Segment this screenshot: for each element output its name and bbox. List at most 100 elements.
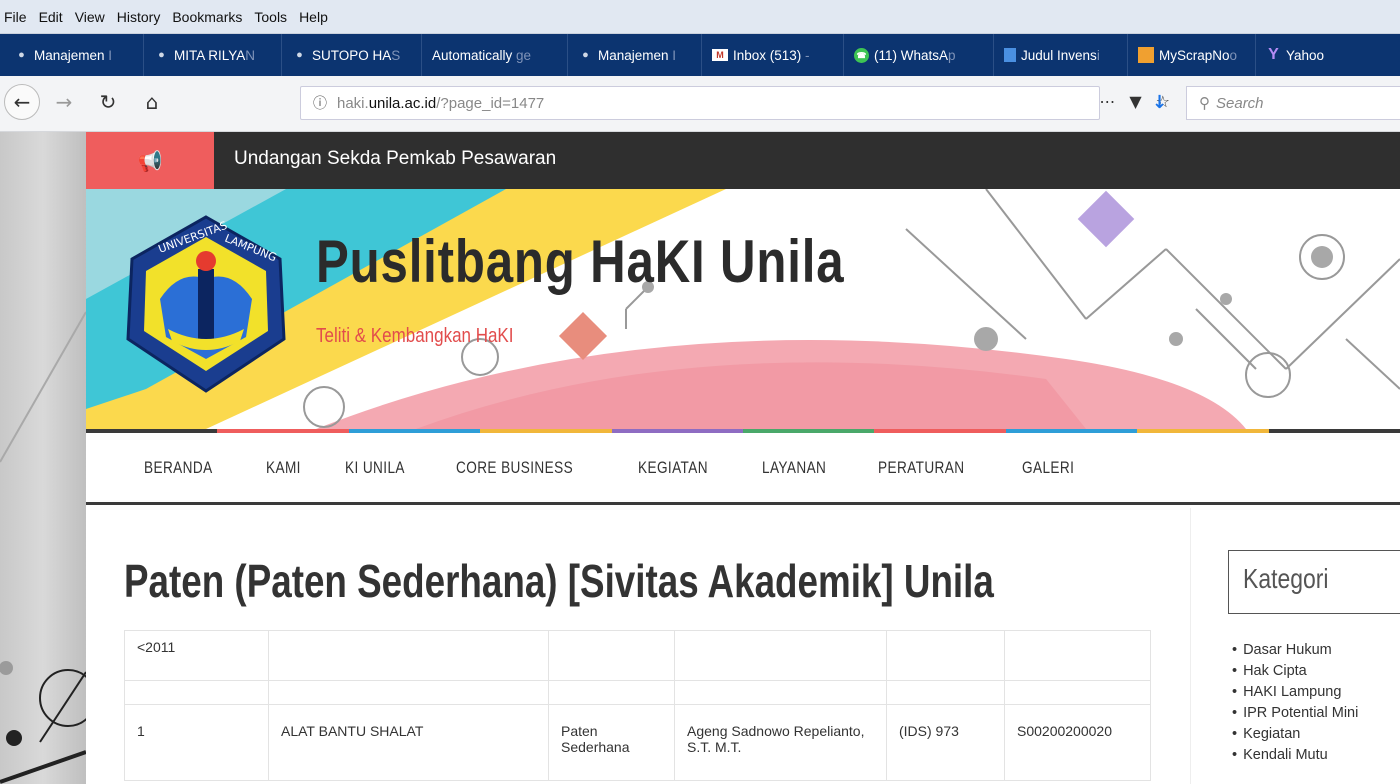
more-icon[interactable]: ⋯ [1099,92,1115,111]
category-link[interactable]: Kendali Mutu [1228,745,1358,766]
menu-bar: File Edit View History Bookmarks Tools H… [0,0,1400,34]
bookmark-label-fade: S [391,47,401,63]
site-header: UNIVERSITAS LAMPUNG Puslitbang HaKI Unil… [86,189,1400,429]
table-cell: (IDS) 973 [886,704,1005,781]
news-ticker: 📢 Undangan Sekda Pemkab Pesawaran [86,132,1400,189]
arrow-left-icon: ← [13,90,31,114]
bookmark-item[interactable]: ● Manajemen I [4,34,144,76]
reload-icon: ↻ [99,90,117,114]
nav-item-layanan[interactable]: LAYANAN [762,458,826,478]
category-link[interactable]: HAKI Lampung [1228,682,1358,703]
ticker-text[interactable]: Undangan Sekda Pemkab Pesawaran [234,148,556,170]
main-navigation: BERANDA KAMI KI UNILA CORE BUSINESS KEGI… [86,433,1400,505]
table-cell [1004,680,1151,705]
url-text: haki.unila.ac.id/?page_id=1477 [337,95,544,112]
table-row: 1 ALAT BANTU SHALAT Paten Sederhana Agen… [124,704,1151,781]
table-cell: 1 [124,704,269,781]
nav-item-kami[interactable]: KAMI [266,458,301,478]
megaphone-icon: 📢 [86,132,214,189]
bookmark-label-fade: - [801,47,810,63]
bookmark-item[interactable]: ● Manajemen I [568,34,702,76]
bookmark-label-fade: o [1229,47,1238,63]
table-cell [268,630,549,681]
user-icon: ● [158,49,165,61]
bookmark-label: (11) WhatsA [874,47,949,63]
menu-edit[interactable]: Edit [39,9,63,25]
doc-icon [1004,48,1016,62]
bookmark-item[interactable]: ● SUTOPO HAS [282,34,422,76]
category-link[interactable]: Dasar Hukum [1228,640,1358,661]
site-title[interactable]: Puslitbang HaKI Unila [316,227,844,296]
table-cell: Paten Sederhana [548,704,675,781]
table-cell [548,630,675,681]
table-row: <2011 [124,630,1151,681]
bookmark-item[interactable]: M Inbox (513) - [702,34,844,76]
table-cell [1004,630,1151,681]
bookmark-item[interactable]: ● MITA RILYAN [144,34,282,76]
category-link[interactable]: IPR Potential Mini [1228,703,1358,724]
bookmark-label: Inbox (513) [733,47,802,63]
bookmark-item[interactable]: Automatically ge [422,34,568,76]
page-background [0,132,97,784]
search-input[interactable]: ⚲ Search [1186,86,1400,120]
web-page: 📢 Undangan Sekda Pemkab Pesawaran UNIVER… [0,132,1400,784]
reload-button[interactable]: ↻ [92,86,124,118]
arrow-right-icon: → [55,90,73,114]
home-button[interactable]: ⌂ [136,86,168,118]
kategori-widget-title: Kategori [1228,550,1400,614]
table-cell [886,680,1005,705]
url-bar[interactable]: ⓘ haki.unila.ac.id/?page_id=1477 [300,86,1100,120]
bookmark-item[interactable]: ☎ (11) WhatsAp [844,34,994,76]
url-domain: unila.ac.id [368,94,437,112]
page-title: Paten (Paten Sederhana) [Sivitas Akademi… [124,555,994,607]
browser-navbar: ← → ↻ ⌂ ⓘ haki.unila.ac.id/?page_id=1477… [0,76,1400,132]
table-cell: Ageng Sadnowo Repelianto, S.T. M.T. [674,704,887,781]
search-icon: ⚲ [1199,95,1210,112]
whatsapp-icon: ☎ [854,47,869,63]
site-container: 📢 Undangan Sekda Pemkab Pesawaran UNIVER… [86,132,1400,784]
user-icon: ● [582,49,589,61]
nav-item-kegiatan[interactable]: KEGIATAN [638,458,708,478]
table-cell [674,680,887,705]
bookmark-label: MyScrapNo [1159,47,1230,63]
patent-table: <2011 1 ALAT BANTU SHALAT Paten Sederhan… [124,630,1151,781]
table-cell [548,680,675,705]
nav-item-galeri[interactable]: GALERI [1022,458,1074,478]
category-link[interactable]: Hak Cipta [1228,661,1358,682]
bookmark-label-fade: p [948,47,956,63]
nav-item-peraturan[interactable]: PERATURAN [878,458,964,478]
menu-tools[interactable]: Tools [254,9,287,25]
menu-bookmarks[interactable]: Bookmarks [172,9,242,25]
menu-help[interactable]: Help [299,9,328,25]
university-logo: UNIVERSITAS LAMPUNG [126,215,286,393]
table-cell: <2011 [124,630,269,681]
mail-icon: M [712,49,728,61]
forward-button[interactable]: → [48,86,80,118]
bookmark-item[interactable]: Y Yahoo [1256,34,1342,76]
table-cell: S00200200020 [1004,704,1151,781]
user-icon: ● [296,49,303,61]
table-cell [268,680,549,705]
bookmark-label: MITA RILYA [174,47,246,63]
nav-item-ki-unila[interactable]: KI UNILA [345,458,405,478]
download-icon[interactable]: ↓ [1152,92,1167,113]
table-cell [674,630,887,681]
pocket-icon[interactable]: ▼ [1129,92,1141,111]
back-button[interactable]: ← [4,84,40,120]
menu-view[interactable]: View [75,9,105,25]
main-content: Paten (Paten Sederhana) [Sivitas Akademi… [86,508,1190,784]
bookmarks-bar: ● Manajemen I ● MITA RILYAN ● SUTOPO HAS… [0,34,1400,76]
menu-history[interactable]: History [117,9,161,25]
info-icon[interactable]: ⓘ [313,93,327,113]
background-decoration [0,311,97,784]
table-cell: ALAT BANTU SHALAT [268,704,549,781]
category-link[interactable]: Kegiatan [1228,724,1358,745]
bookmark-label-fade: I [668,47,677,63]
nav-item-core-business[interactable]: CORE BUSINESS [456,458,573,478]
table-cell [124,680,269,705]
bookmark-item[interactable]: Judul Invensi [994,34,1128,76]
bookmark-label: Automatically [432,47,513,63]
nav-item-beranda[interactable]: BERANDA [144,458,213,478]
bookmark-item[interactable]: MyScrapNoo [1128,34,1256,76]
menu-file[interactable]: File [4,9,27,25]
